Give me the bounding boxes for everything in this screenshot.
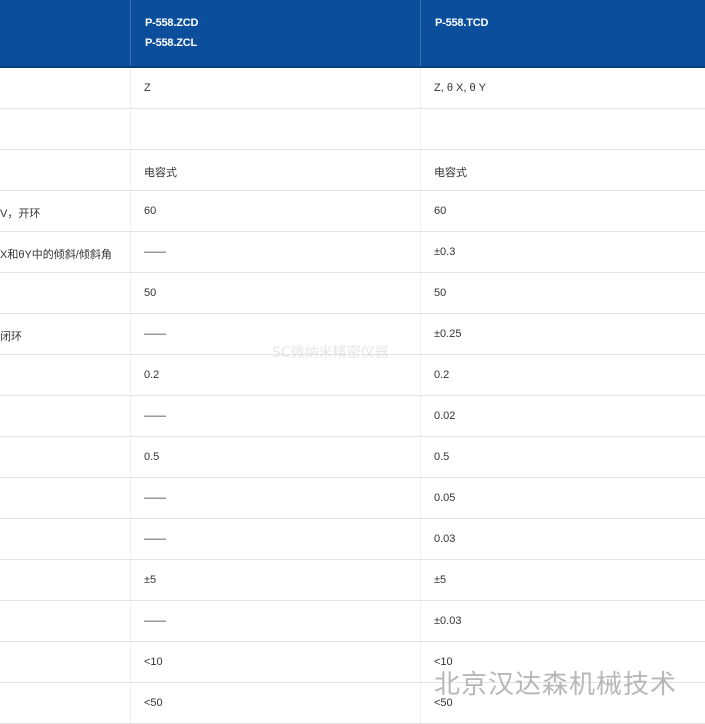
value-zcd: —— (144, 615, 166, 627)
column-divider (420, 232, 421, 272)
table-row: —— 0.05 (0, 478, 705, 519)
header-col-zcd: P-558.ZCD P-558.ZCL (130, 0, 421, 66)
table-row: 电容式 电容式 (0, 150, 705, 191)
value-tcd: ±0.25 (434, 328, 462, 340)
column-divider (130, 396, 131, 436)
column-divider (420, 314, 421, 354)
value-zcd: —— (144, 492, 166, 504)
column-divider (130, 314, 131, 354)
value-zcd: —— (144, 533, 166, 545)
table-row: 0.5 0.5 (0, 437, 705, 478)
column-divider (130, 68, 131, 108)
watermark-corner: 北京汉达森机械技术 (434, 670, 678, 700)
value-zcd: —— (144, 410, 166, 422)
column-divider (130, 642, 131, 682)
column-divider (130, 560, 131, 600)
table-row: V，开环 60 60 (0, 191, 705, 232)
value-tcd: ±0.03 (434, 615, 462, 627)
value-zcd: —— (144, 246, 166, 258)
column-divider (420, 601, 421, 641)
row-label: V，开环 (0, 208, 41, 220)
column-divider (130, 355, 131, 395)
table-row: —— ±0.03 (0, 601, 705, 642)
column-divider (420, 642, 421, 682)
column-divider (130, 150, 131, 190)
column-divider (420, 478, 421, 518)
value-tcd: 50 (434, 287, 447, 299)
value-zcd: 50 (144, 287, 157, 299)
column-divider (420, 560, 421, 600)
value-tcd: 0.2 (434, 369, 450, 381)
header-model-zcd: P-558.ZCD (145, 17, 199, 29)
value-zcd: 60 (144, 205, 157, 217)
column-divider (420, 273, 421, 313)
value-tcd: 0.5 (434, 451, 450, 463)
table-row (0, 109, 705, 150)
value-tcd: 0.05 (434, 492, 456, 504)
table-body: Z Z, θ X, θ Y 电容式 电容式 V，开环 60 60 X和θY中的倾斜/倾斜角 ——… (0, 68, 705, 724)
header-model-zcl: P-558.ZCL (145, 37, 197, 49)
value-zcd: 0.5 (144, 451, 160, 463)
value-tcd: 0.03 (434, 533, 456, 545)
value-tcd: ±5 (434, 574, 447, 586)
column-divider (130, 601, 131, 641)
column-divider (420, 519, 421, 559)
column-divider (130, 232, 131, 272)
value-zcd: —— (144, 328, 166, 340)
row-label: 闭环 (0, 331, 22, 343)
table-row: ±5 ±5 (0, 560, 705, 601)
column-divider (130, 437, 131, 477)
value-zcd: 电容式 (144, 167, 177, 179)
header-label-col (0, 0, 130, 66)
column-divider (420, 68, 421, 108)
column-divider (420, 150, 421, 190)
row-label: X和θY中的倾斜/倾斜角 (0, 249, 112, 261)
header-col-tcd: P-558.TCD (420, 0, 705, 66)
value-zcd: 0.2 (144, 369, 160, 381)
column-divider (130, 191, 131, 231)
column-divider (420, 683, 421, 723)
column-divider (420, 355, 421, 395)
column-divider (420, 396, 421, 436)
value-zcd: <50 (144, 697, 163, 709)
value-tcd: 0.02 (434, 410, 456, 422)
header-model-tcd: P-558.TCD (435, 17, 489, 29)
table-header: P-558.ZCD P-558.ZCL P-558.TCD (0, 0, 705, 68)
spec-table: P-558.ZCD P-558.ZCL P-558.TCD Z Z, θ X, θ… (0, 0, 705, 724)
column-divider (130, 683, 131, 723)
column-divider (130, 478, 131, 518)
table-row: 50 50 (0, 273, 705, 314)
column-divider (130, 109, 131, 149)
value-tcd: 60 (434, 205, 447, 217)
table-row: —— 0.03 (0, 519, 705, 560)
column-divider (420, 437, 421, 477)
column-divider (130, 273, 131, 313)
table-row: X和θY中的倾斜/倾斜角 —— ±0.3 (0, 232, 705, 273)
value-tcd: Z, θ X, θ Y (434, 82, 486, 94)
table-row: —— 0.02 (0, 396, 705, 437)
value-tcd: ±0.3 (434, 246, 456, 258)
column-divider (420, 191, 421, 231)
value-tcd: 电容式 (434, 167, 467, 179)
value-zcd: <10 (144, 656, 163, 668)
table-row: Z Z, θ X, θ Y (0, 68, 705, 109)
value-zcd: ±5 (144, 574, 157, 586)
value-zcd: Z (144, 82, 151, 94)
watermark-center: SC微纳米精密仪器 (272, 345, 389, 361)
column-divider (420, 109, 421, 149)
column-divider (130, 519, 131, 559)
